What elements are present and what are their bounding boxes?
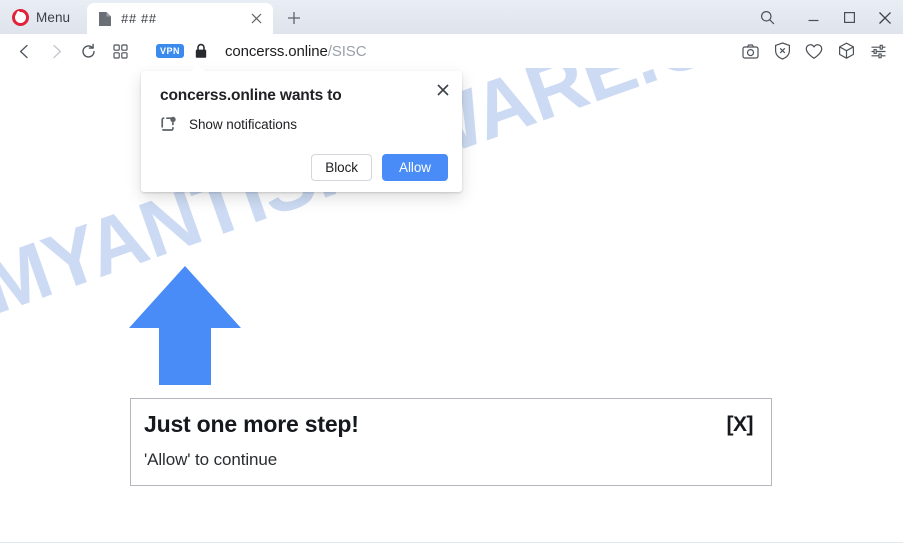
crypto-wallet-cube-icon[interactable]	[831, 37, 861, 65]
lock-icon[interactable]	[194, 43, 208, 59]
minimize-icon[interactable]	[795, 2, 831, 33]
speed-dial-icon[interactable]	[106, 38, 134, 64]
menu-button-label: Menu	[36, 9, 71, 25]
close-window-icon[interactable]	[867, 2, 903, 33]
url-text[interactable]: concerss.online/SISC	[225, 42, 367, 60]
heart-icon[interactable]	[799, 37, 829, 65]
notification-permission-dialog: concerss.online wants to Show notificati…	[141, 71, 462, 192]
opera-menu-button[interactable]: Menu	[4, 3, 79, 31]
browser-tab[interactable]: ## ##	[87, 3, 274, 34]
forward-icon[interactable]	[42, 38, 70, 64]
easy-setup-sliders-icon[interactable]	[863, 37, 893, 65]
vpn-badge[interactable]: VPN	[156, 44, 185, 58]
ad-blocker-shield-icon[interactable]	[767, 37, 797, 65]
toolbar-right-icons	[735, 37, 893, 65]
browser-window: Menu ## ## VPN concerss.online/SISC MYAN…	[0, 0, 903, 543]
url-path: /SISC	[327, 42, 367, 60]
dialog-title: concerss.online wants to	[160, 87, 342, 104]
browser-toolbar: VPN concerss.online/SISC	[0, 34, 903, 68]
url-host: concerss.online	[225, 42, 328, 60]
tab-strip: Menu ## ##	[0, 0, 903, 34]
page-document-icon	[98, 11, 112, 27]
notice-close-button[interactable]: [X]	[727, 414, 754, 435]
plus-icon	[288, 12, 301, 24]
search-icon[interactable]	[749, 2, 785, 33]
opera-logo-icon	[12, 8, 29, 26]
dialog-request-text: Show notifications	[189, 117, 297, 133]
window-controls	[749, 2, 903, 33]
snapshot-camera-icon[interactable]	[735, 37, 765, 65]
back-icon[interactable]	[10, 38, 38, 64]
reload-icon[interactable]	[74, 38, 102, 64]
tab-close-icon[interactable]	[247, 10, 265, 28]
notice-subtitle: 'Allow' to continue	[144, 450, 278, 469]
block-button[interactable]: Block	[311, 154, 372, 181]
notice-box: Just one more step! [X] 'Allow' to conti…	[130, 398, 772, 486]
maximize-icon[interactable]	[831, 2, 867, 33]
new-tab-button[interactable]	[281, 5, 307, 31]
notification-bell-icon	[160, 116, 177, 133]
notice-title: Just one more step!	[144, 411, 359, 437]
allow-button[interactable]: Allow	[382, 154, 448, 181]
up-arrow-icon	[129, 266, 241, 385]
dialog-actions: Block Allow	[311, 154, 448, 181]
tab-title: ## ##	[121, 11, 157, 26]
dialog-request-row: Show notifications	[160, 116, 446, 133]
dialog-close-icon[interactable]	[433, 80, 453, 100]
address-bar[interactable]: VPN concerss.online/SISC	[156, 38, 723, 64]
notice-header: Just one more step! [X]	[144, 413, 753, 436]
